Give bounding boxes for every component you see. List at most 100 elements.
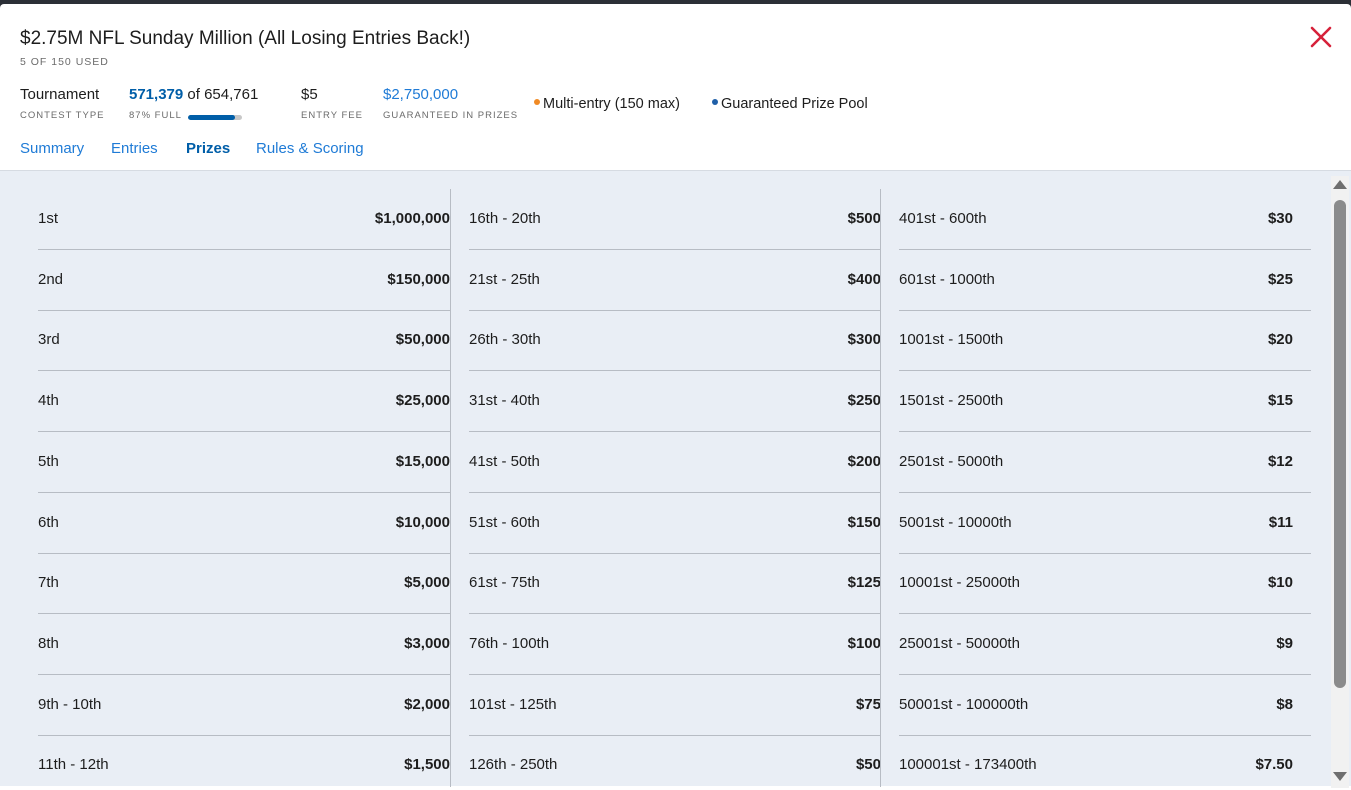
prize-amount: $400 — [847, 270, 881, 288]
prize-place: 1501st - 2500th — [899, 392, 1004, 410]
tab-prizes[interactable]: Prizes — [186, 140, 231, 174]
prize-row: 41st - 50th $200 — [469, 432, 881, 493]
prize-row: 4th $25,000 — [38, 371, 450, 433]
column-divider — [880, 189, 881, 787]
prize-amount: $10,000 — [395, 513, 450, 531]
prize-place: 16th - 20th — [469, 210, 541, 227]
prize-place: 51st - 60th — [469, 513, 540, 531]
prize-place: 5th — [38, 452, 59, 470]
prize-row: 126th - 250th $50 — [469, 735, 881, 790]
entries-total: of 654,761 — [183, 86, 259, 103]
prize-place: 8th — [38, 634, 59, 652]
contest-title: $2.75M NFL Sunday Million (All Losing En… — [20, 28, 471, 49]
entries-current: 571,379 — [129, 86, 184, 103]
fill-progress-bar-fill — [188, 115, 235, 120]
prize-amount: $25,000 — [395, 392, 450, 410]
entries-used: 5 OF 150 USED — [20, 56, 109, 68]
prizes-panel: 1st $1,000,000 2nd $150,000 3rd $50,000 4th $25… — [0, 170, 1351, 787]
contest-modal: $2.75M NFL Sunday Million (All Losing En… — [0, 4, 1351, 790]
prize-amount: $30 — [1267, 210, 1293, 227]
tab-entries[interactable]: Entries — [111, 140, 158, 174]
prize-column-3: 401st - 600th $30 601st - 1000th $25 1001st … — [899, 189, 1311, 787]
prize-row: 61st - 75th $125 — [469, 553, 881, 615]
prize-amount: $9 — [1276, 634, 1293, 652]
prize-place: 76th - 100th — [469, 634, 550, 652]
prize-place: 5001st - 10000th — [899, 513, 1012, 531]
prize-row: 1001st - 1500th $20 — [899, 310, 1311, 372]
prize-place: 10001st - 25000th — [899, 574, 1020, 592]
prize-row: 6th $10,000 — [38, 493, 450, 554]
prize-pool-label: GUARANTEED IN PRIZES — [383, 110, 519, 121]
prize-amount: $200 — [847, 452, 881, 470]
prize-amount: $250 — [847, 392, 881, 410]
multi-entry-tag: Multi-entry (150 max) — [534, 96, 680, 112]
prize-amount: $100 — [847, 634, 881, 652]
prize-amount: $20 — [1267, 331, 1293, 349]
close-button[interactable] — [1306, 22, 1336, 52]
blue-dot-icon — [712, 99, 718, 105]
prize-row: 401st - 600th $30 — [899, 189, 1311, 250]
prize-row: 100001st - 173400th $7.50 — [899, 735, 1311, 790]
prize-amount: $7.50 — [1255, 756, 1293, 774]
fill-progress-bar — [188, 115, 242, 120]
prize-amount: $15,000 — [395, 452, 450, 470]
prize-row: 26th - 30th $300 — [469, 310, 881, 372]
prize-place: 50001st - 100000th — [899, 695, 1029, 713]
prize-place: 21st - 25th — [469, 270, 540, 288]
prize-amount: $8 — [1276, 695, 1293, 713]
scroll-up-arrow-icon[interactable] — [1333, 180, 1347, 189]
prize-amount: $15 — [1267, 392, 1293, 410]
prize-amount: $11 — [1268, 513, 1293, 531]
prize-row: 2501st - 5000th $12 — [899, 432, 1311, 493]
prize-place: 4th — [38, 392, 59, 410]
column-divider — [450, 189, 451, 787]
prize-place: 25001st - 50000th — [899, 634, 1020, 652]
entry-fee-label: ENTRY FEE — [301, 110, 363, 121]
entries-count-stat: 571,379 of 654,761 87% FULL — [129, 86, 258, 121]
prize-amount: $75 — [855, 695, 881, 713]
prize-place: 11th - 12th — [38, 756, 109, 774]
prize-row: 9th - 10th $2,000 — [38, 675, 450, 736]
prize-row: 11th - 12th $1,500 — [38, 735, 450, 790]
prize-amount: $10 — [1267, 574, 1293, 592]
scroll-thumb[interactable] — [1334, 200, 1346, 688]
prize-row: 101st - 125th $75 — [469, 675, 881, 736]
prize-amount: $150 — [847, 513, 881, 531]
prize-row: 1501st - 2500th $15 — [899, 371, 1311, 433]
scrollbar[interactable] — [1331, 176, 1349, 788]
prize-row: 21st - 25th $400 — [469, 250, 881, 311]
prize-row: 51st - 60th $150 — [469, 493, 881, 554]
prize-column-1: 1st $1,000,000 2nd $150,000 3rd $50,000 4th $25… — [38, 189, 450, 787]
prize-amount: $3,000 — [404, 634, 450, 652]
prize-row: 1st $1,000,000 — [38, 189, 450, 250]
prize-place: 601st - 1000th — [899, 270, 995, 288]
tab-rules-scoring[interactable]: Rules & Scoring — [256, 140, 364, 174]
prize-amount: $1,000,000 — [374, 210, 450, 227]
guaranteed-prize-pool-tag: Guaranteed Prize Pool — [712, 96, 868, 112]
multi-entry-text: Multi-entry (150 max) — [543, 96, 680, 112]
prize-place: 2501st - 5000th — [899, 452, 1004, 470]
prize-place: 3rd — [38, 331, 60, 349]
prize-pool-value: $2,750,000 — [383, 86, 459, 103]
prize-row: 76th - 100th $100 — [469, 614, 881, 675]
prize-place: 101st - 125th — [469, 695, 557, 713]
prize-amount: $1,500 — [404, 756, 450, 774]
prize-place: 401st - 600th — [899, 210, 987, 227]
prize-row: 5th $15,000 — [38, 432, 450, 493]
tab-summary[interactable]: Summary — [20, 140, 84, 174]
prize-amount: $300 — [847, 331, 881, 349]
prize-amount: $25 — [1267, 270, 1293, 288]
prize-row: 8th $3,000 — [38, 614, 450, 675]
prize-place: 26th - 30th — [469, 331, 541, 349]
contest-type-value: Tournament — [20, 86, 100, 103]
prize-amount: $50,000 — [395, 331, 450, 349]
prize-place: 61st - 75th — [469, 574, 540, 592]
prize-amount: $125 — [847, 574, 881, 592]
scroll-down-arrow-icon[interactable] — [1333, 772, 1347, 781]
prize-place: 1st — [38, 210, 59, 227]
prize-row: 31st - 40th $250 — [469, 371, 881, 433]
prize-row: 10001st - 25000th $10 — [899, 553, 1311, 615]
prize-row: 7th $5,000 — [38, 553, 450, 615]
prize-row: 2nd $150,000 — [38, 250, 450, 311]
prize-place: 100001st - 173400th — [899, 756, 1037, 774]
